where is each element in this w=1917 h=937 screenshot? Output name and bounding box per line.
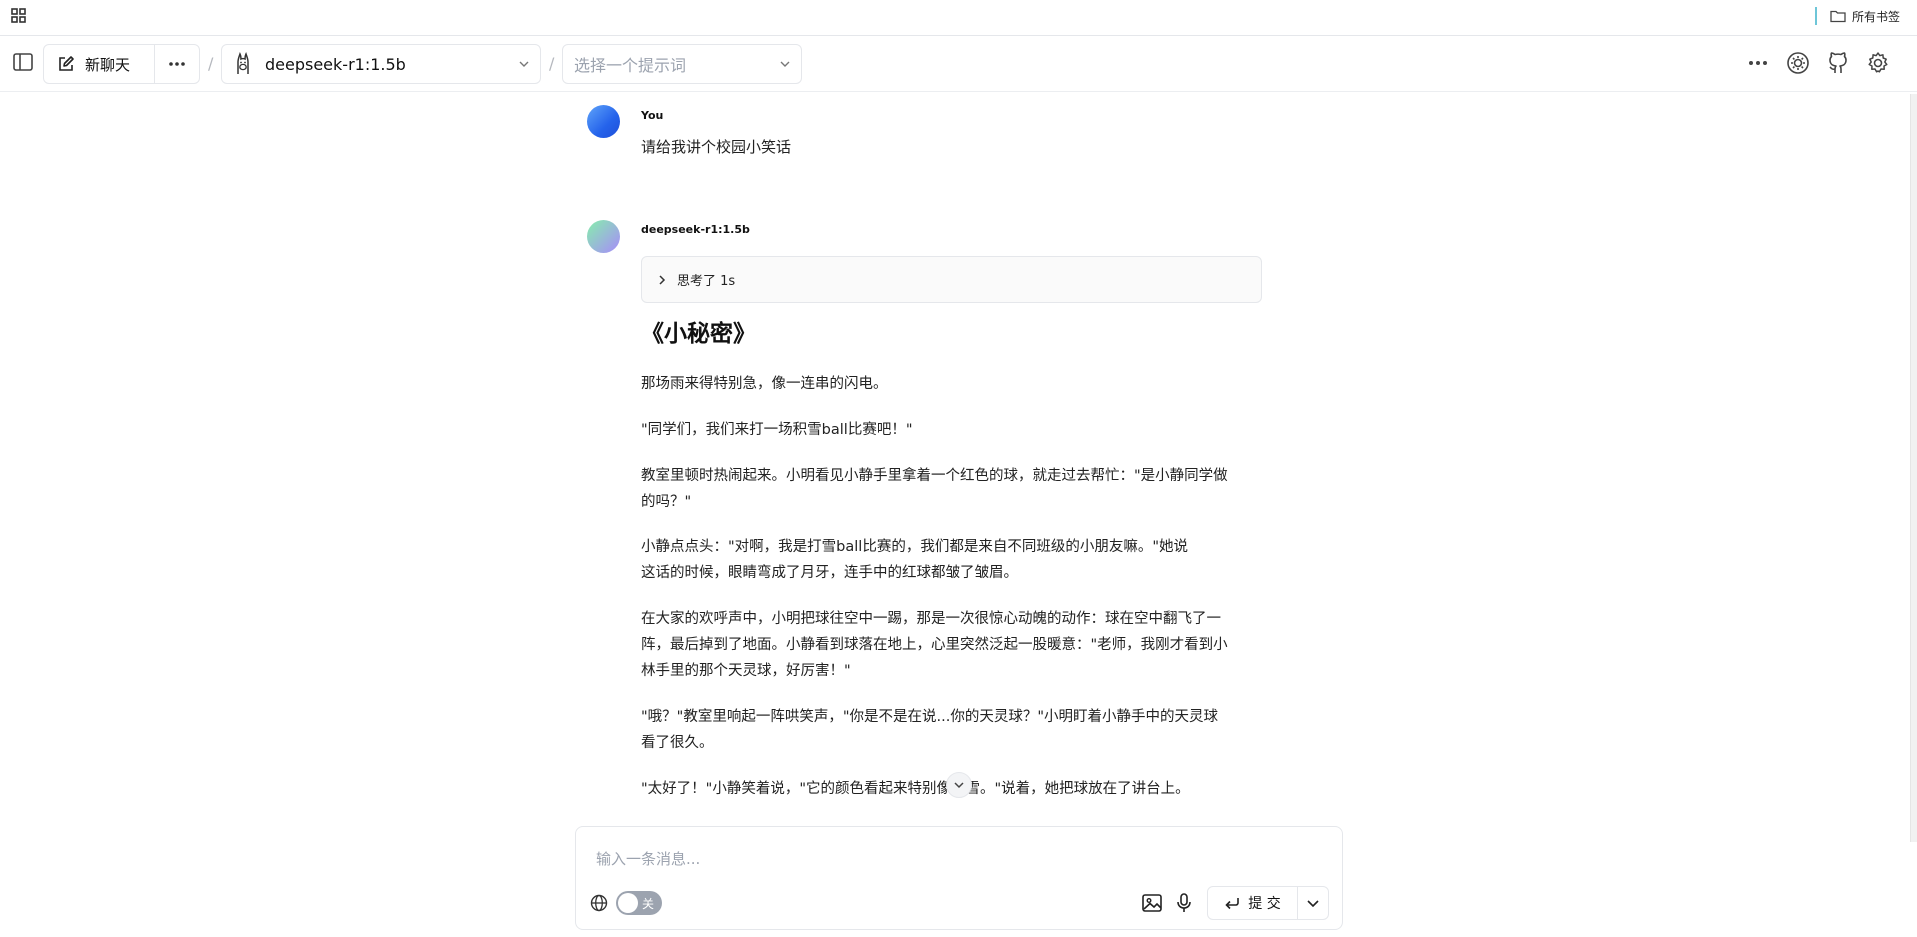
message-composer: 关 提 交 (575, 826, 1343, 930)
story-paragraph: "哦？"教室里响起一阵哄笑声，"你是不是在说...你的天灵球？"小明盯着小静手中… (641, 709, 1219, 751)
submit-button[interactable]: 提 交 (1208, 887, 1298, 919)
toggle-knob (618, 893, 638, 913)
model-settings-button[interactable] (1785, 50, 1811, 76)
apps-grid-icon[interactable] (10, 7, 28, 25)
story-paragraph: 那场雨来得特别急，像一连串的闪电。 (641, 376, 888, 392)
settings-button[interactable] (1865, 50, 1891, 76)
prompt-placeholder: 选择一个提示词 (574, 56, 687, 75)
thinking-label: 思考了 1s (677, 274, 736, 289)
chevron-right-icon (659, 274, 666, 285)
model-name: deepseek-r1:1.5b (265, 54, 406, 74)
github-link-button[interactable] (1825, 50, 1851, 76)
chevron-down-icon (519, 61, 529, 67)
prompt-selector[interactable]: 选择一个提示词 (562, 44, 802, 84)
scroll-to-bottom-button[interactable] (946, 772, 972, 798)
gear-icon (1868, 52, 1888, 73)
story-paragraph: "同学们，我们来打一场积雪ball比赛吧！" (641, 422, 913, 438)
chevron-down-icon (780, 61, 790, 67)
assistant-message-body: 思考了 1s 《小秘密》 那场雨来得特别急，像一连串的闪电。 "同学们，我们来打… (587, 92, 1287, 827)
new-chat-label: 新聊天 (85, 55, 131, 74)
all-bookmarks-folder[interactable]: 所有书签 (1830, 6, 1900, 26)
model-selector[interactable]: deepseek-r1:1.5b (221, 44, 541, 84)
story-paragraph: 在大家的欢呼声中，小明把球往空中一踢，那是一次很惊心动魄的动作：球在空中翻飞了一… (641, 611, 1228, 679)
image-upload-icon[interactable] (1141, 892, 1163, 914)
submit-label: 提 交 (1248, 896, 1281, 912)
settings-circle-icon (1787, 52, 1809, 74)
microphone-icon[interactable] (1173, 892, 1195, 914)
chat-messages-area[interactable]: You 请给我讲个校园小笑话 deepseek-r1:1.5b 思考了 1s 《… (0, 92, 1917, 827)
folder-icon (1830, 10, 1846, 23)
github-icon (1829, 52, 1847, 73)
edit-icon (59, 56, 74, 71)
chat-more-button[interactable] (155, 45, 199, 83)
submit-group: 提 交 (1207, 886, 1329, 920)
story-paragraph: 小静点点头："对啊，我是打雪ball比赛的，我们都是来自不同班级的小朋友嘛。"她… (641, 539, 1188, 581)
more-horizontal-icon (1749, 61, 1767, 65)
thinking-toggle[interactable]: 思考了 1s (641, 256, 1262, 303)
more-horizontal-icon (169, 62, 185, 66)
chat-toolbar: 新聊天 / deepseek-r1:1.5b / 选择一个提示词 (0, 36, 1917, 92)
scrollbar-thumb[interactable] (1910, 94, 1917, 842)
toggle-state-label: 关 (642, 896, 655, 911)
breadcrumb-separator: / (208, 54, 214, 73)
breadcrumb-separator: / (549, 54, 555, 73)
message-input[interactable] (596, 847, 1316, 871)
chevron-down-icon (1307, 900, 1319, 908)
web-search-toggle[interactable]: 关 (616, 891, 662, 915)
chevron-down-icon (954, 782, 964, 789)
chat-actions-group: 新聊天 (43, 44, 200, 84)
enter-icon (1225, 898, 1240, 910)
bookmarks-bar: 所有书签 (0, 0, 1917, 36)
submit-options-button[interactable] (1298, 887, 1328, 919)
story-paragraph: 教室里顿时热闹起来。小明看见小静手里拿着一个红色的球，就走过去帮忙："是小静同学… (641, 468, 1228, 510)
more-options-button[interactable] (1745, 50, 1771, 76)
llama-icon (237, 52, 249, 74)
story-title: 《小秘密》 (641, 321, 756, 347)
all-bookmarks-label: 所有书签 (1852, 9, 1901, 24)
story-paragraph: "太好了！"小静笑着说，"它的颜色看起来特别像绿雪。"说着，她把球放在了讲台上。 (641, 781, 1190, 797)
new-chat-button[interactable]: 新聊天 (44, 45, 155, 83)
sidebar-toggle-icon[interactable] (12, 51, 34, 73)
bookmarks-divider (1815, 7, 1817, 25)
web-search-icon[interactable] (590, 894, 608, 912)
